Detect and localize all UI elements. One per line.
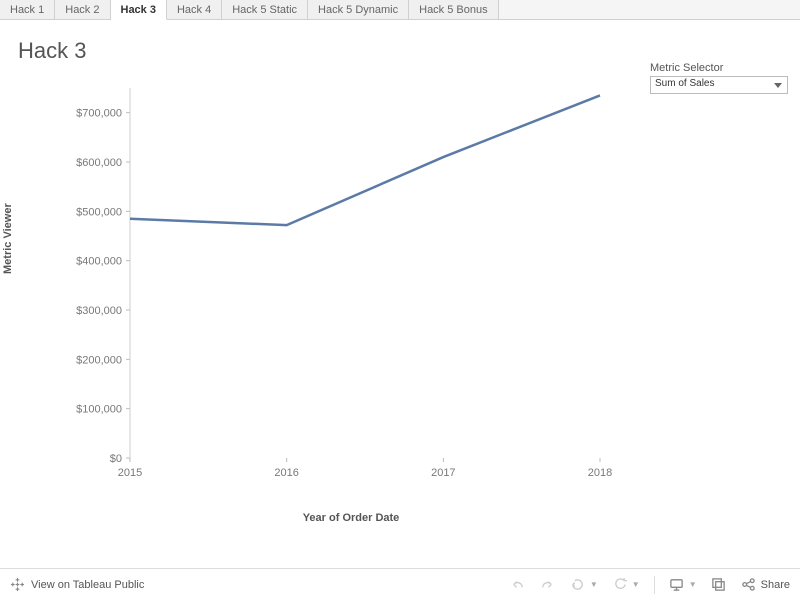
dashboard-view: Hack 3 Metric Viewer $0$100,000$200,000$… <box>0 20 800 560</box>
view-on-tableau-label: View on Tableau Public <box>31 579 144 591</box>
share-button[interactable]: Share <box>741 577 790 593</box>
redo-icon[interactable] <box>540 577 556 593</box>
svg-text:2015: 2015 <box>118 467 142 479</box>
tab-hack-4[interactable]: Hack 4 <box>167 0 222 19</box>
svg-text:$400,000: $400,000 <box>76 256 122 268</box>
replay-icon[interactable] <box>570 577 586 593</box>
tab-hack-5-static[interactable]: Hack 5 Static <box>222 0 308 19</box>
tab-hack-5-bonus[interactable]: Hack 5 Bonus <box>409 0 498 19</box>
sidebar: Metric Selector Sum of Sales <box>650 20 800 560</box>
metric-selector-dropdown[interactable]: Sum of Sales <box>650 76 788 94</box>
svg-text:2018: 2018 <box>588 467 612 479</box>
plot-container: Metric Viewer $0$100,000$200,000$300,000… <box>10 68 630 548</box>
svg-text:$200,000: $200,000 <box>76 354 122 366</box>
tableau-logo-icon <box>10 577 25 592</box>
tab-bar: Hack 1Hack 2Hack 3Hack 4Hack 5 StaticHac… <box>0 0 800 20</box>
share-icon <box>741 577 757 593</box>
undo-icon[interactable] <box>510 577 526 593</box>
chevron-down-icon[interactable]: ▼ <box>689 580 697 589</box>
svg-text:2017: 2017 <box>431 467 455 479</box>
line-chart: $0 $100,000 $200,000 $300,000 $400,000 $500,0… <box>40 78 620 518</box>
tab-hack-3[interactable]: Hack 3 <box>111 0 167 20</box>
svg-text:$600,000: $600,000 <box>76 157 122 169</box>
x-axis-label: Year of Order Date <box>303 512 400 524</box>
chart-area: Hack 3 Metric Viewer $0$100,000$200,000$… <box>0 20 650 560</box>
svg-text:$700,000: $700,000 <box>76 108 122 120</box>
svg-text:2016: 2016 <box>274 467 298 479</box>
fullscreen-icon[interactable] <box>711 577 727 593</box>
svg-text:$300,000: $300,000 <box>76 305 122 317</box>
chevron-down-icon[interactable]: ▼ <box>590 580 598 589</box>
tab-hack-1[interactable]: Hack 1 <box>0 0 55 19</box>
refresh-icon[interactable] <box>612 577 628 593</box>
page-title: Hack 3 <box>18 38 650 64</box>
tab-hack-5-dynamic[interactable]: Hack 5 Dynamic <box>308 0 409 19</box>
presentation-icon[interactable] <box>669 577 685 593</box>
y-axis-label: Metric Viewer <box>2 203 14 274</box>
tab-hack-2[interactable]: Hack 2 <box>55 0 110 19</box>
svg-text:$0: $0 <box>110 453 122 465</box>
svg-text:$500,000: $500,000 <box>76 206 122 218</box>
view-on-tableau-link[interactable]: View on Tableau Public <box>10 577 144 592</box>
chevron-down-icon[interactable]: ▼ <box>632 580 640 589</box>
share-label: Share <box>761 579 790 591</box>
bottom-toolbar: View on Tableau Public ▼ ▼ ▼ Share <box>0 568 800 600</box>
metric-selector-label: Metric Selector <box>650 62 788 74</box>
svg-text:$100,000: $100,000 <box>76 404 122 416</box>
